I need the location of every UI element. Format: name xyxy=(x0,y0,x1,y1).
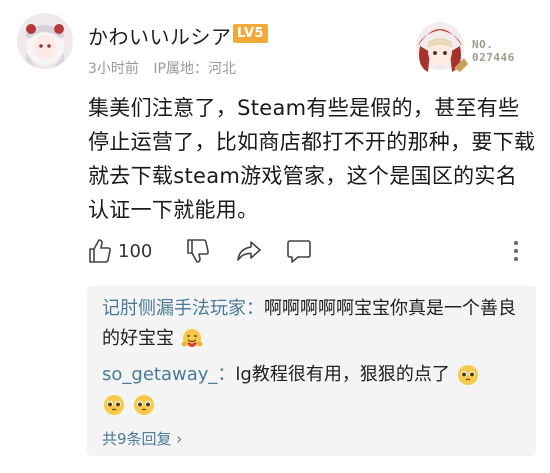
level-badge: LV5 xyxy=(233,24,269,43)
decoration-no-label: NO. xyxy=(472,38,494,51)
reply-separator: ： xyxy=(246,298,264,319)
view-all-replies-link[interactable]: 共9条回复 › xyxy=(102,428,182,449)
action-bar: 100 xyxy=(88,235,528,267)
thumbs-up-icon xyxy=(89,239,111,263)
like-count: 100 xyxy=(118,240,153,262)
replies-panel: 记肘侧漏手法玩家：啊啊啊啊啊宝宝你真是一个善良的好宝宝 so_getaway_：… xyxy=(87,286,536,456)
pleading-emoji-icon xyxy=(457,365,478,385)
avatar-image xyxy=(17,13,73,69)
dislike-button[interactable] xyxy=(186,235,210,267)
reply-username[interactable]: 记肘侧漏手法玩家 xyxy=(102,298,246,319)
comment-time: 3小时前 xyxy=(88,61,139,77)
share-icon xyxy=(237,241,261,261)
decoration-no-value: 027446 xyxy=(472,51,515,64)
ip-location: IP属地：河北 xyxy=(153,61,236,77)
more-button[interactable] xyxy=(512,235,520,267)
like-button[interactable]: 100 xyxy=(88,235,152,267)
decoration-number: NO. 027446 xyxy=(472,38,515,64)
reply-button[interactable] xyxy=(286,235,312,267)
reply-text: lg教程很有用，狠狠的点了 xyxy=(235,364,450,385)
reply-username[interactable]: so_getaway_ xyxy=(102,364,217,385)
pleading-emoji-icon xyxy=(104,395,124,415)
decoration-image[interactable] xyxy=(408,12,472,76)
character-icon xyxy=(416,22,468,72)
comment-text: 集美们注意了，Steam有些是假的，甚至有些停止运营了，比如商店都打不开的那种，… xyxy=(88,96,536,222)
share-button[interactable] xyxy=(236,235,262,267)
pleading-emoji-icon xyxy=(133,395,154,415)
avatar[interactable] xyxy=(17,13,73,69)
hug-emoji-icon xyxy=(181,329,203,347)
thumbs-down-icon xyxy=(187,239,209,263)
more-icon xyxy=(514,241,518,261)
reply-item[interactable]: so_getaway_：lg教程很有用，狠狠的点了 xyxy=(102,360,527,420)
reply-separator: ： xyxy=(217,364,236,385)
comment-icon xyxy=(287,240,311,263)
reply-item[interactable]: 记肘侧漏手法玩家：啊啊啊啊啊宝宝你真是一个善良的好宝宝 xyxy=(102,294,527,354)
username[interactable]: かわいいルシア xyxy=(88,21,232,50)
comment-meta: 3小时前 IP属地：河北 xyxy=(88,58,246,78)
